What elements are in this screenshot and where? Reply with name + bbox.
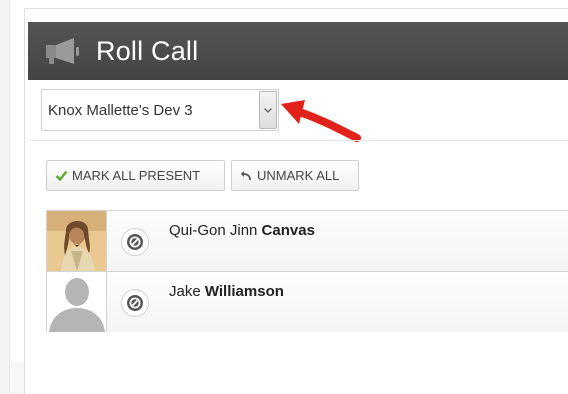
chevron-down-icon xyxy=(264,107,272,113)
student-row[interactable]: Qui-Gon Jinn Canvas xyxy=(47,211,568,272)
check-icon xyxy=(53,170,69,181)
mark-all-present-button[interactable]: MARK ALL PRESENT xyxy=(46,160,225,191)
student-avatar-photo xyxy=(47,211,107,271)
mark-all-present-label: MARK ALL PRESENT xyxy=(72,168,201,183)
outer-frame xyxy=(24,8,568,20)
left-gutter xyxy=(0,0,10,394)
unmarked-icon xyxy=(127,295,143,311)
student-first-name: Jake xyxy=(169,283,201,300)
section-select-value: Knox Mallette's Dev 3 xyxy=(48,101,193,119)
section-select[interactable]: Knox Mallette's Dev 3 xyxy=(41,89,279,131)
student-row[interactable]: Jake Williamson xyxy=(47,272,568,332)
student-first-name: Qui-Gon Jinn xyxy=(169,222,258,239)
window-top xyxy=(0,0,568,6)
student-name: Jake Williamson xyxy=(169,283,284,300)
student-name: Qui-Gon Jinn Canvas xyxy=(169,222,315,239)
unmark-all-label: UNMARK ALL xyxy=(257,168,340,183)
roll-call-card: Roll Call Knox Mallette's Dev 3 MARK ALL… xyxy=(24,20,568,394)
student-last-name: Williamson xyxy=(204,283,284,300)
undo-icon xyxy=(238,170,254,181)
unmarked-icon xyxy=(127,234,143,250)
section-select-toggle[interactable] xyxy=(259,91,277,129)
page-title: Roll Call xyxy=(96,35,199,66)
section-divider xyxy=(29,140,568,141)
student-last-name: Canvas xyxy=(261,222,315,239)
student-avatar-default xyxy=(47,272,107,332)
student-list: Qui-Gon Jinn Canvas Jake Williamson xyxy=(46,210,568,332)
unmark-all-button[interactable]: UNMARK ALL xyxy=(231,160,359,191)
status-toggle[interactable] xyxy=(121,289,149,317)
annotation-arrow xyxy=(281,100,361,142)
megaphone-icon xyxy=(46,38,79,64)
status-toggle[interactable] xyxy=(121,228,149,256)
roll-call-header: Roll Call xyxy=(28,22,568,80)
